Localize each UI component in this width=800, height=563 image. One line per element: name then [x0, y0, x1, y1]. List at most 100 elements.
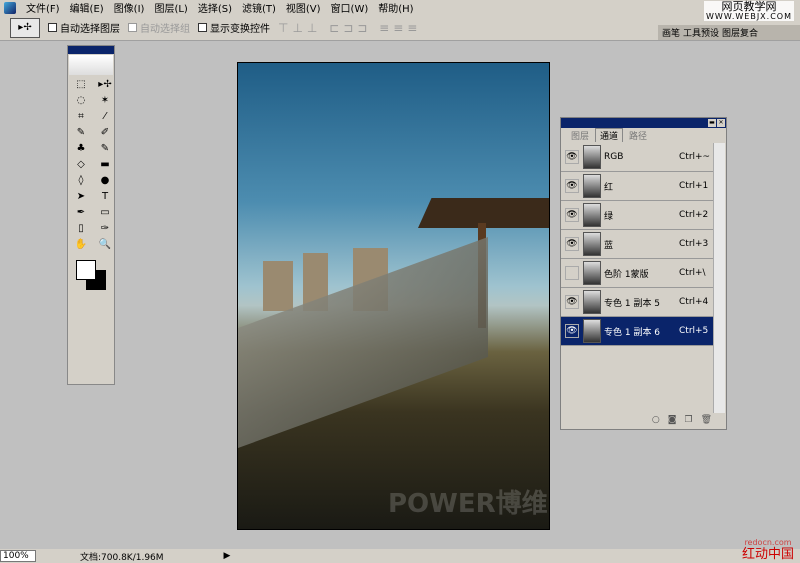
show-transform-checkbox[interactable]: 显示变换控件 [198, 20, 270, 35]
tool-button[interactable]: ◌ [70, 94, 92, 108]
app-icon [4, 1, 16, 14]
trash-icon[interactable]: 🗑 [701, 415, 712, 429]
save-selection-icon[interactable]: ◙ [668, 415, 677, 429]
toolbox: ⬚ ▸✢ ◌ ✶ ⌗ ⁄ ✎ ✐ ♣ ✎ ◇ ▬ ◊ ● ➤ T ✒ ▭ ▯ ✑ ✋ 🔍 [67, 45, 115, 385]
menu-help[interactable]: 帮助(H) [378, 0, 413, 15]
channel-shortcut: Ctrl+3 [679, 239, 709, 249]
foreground-color[interactable] [76, 260, 96, 280]
menu-view[interactable]: 视图(V) [286, 0, 321, 15]
tool-button[interactable]: ✎ [94, 142, 116, 156]
menu-file[interactable]: 文件(F) [26, 0, 60, 15]
status-bar: 100% 文档:700.8K/1.96M ▶ [0, 549, 800, 563]
load-selection-icon[interactable]: ○ [652, 415, 660, 429]
visibility-toggle[interactable] [565, 266, 579, 280]
tool-button[interactable]: ◊ [70, 174, 92, 188]
well-tab-brushes[interactable]: 画笔 [662, 26, 680, 39]
auto-select-group-checkbox[interactable]: 自动选择组 [128, 20, 190, 35]
tool-button[interactable]: ✒ [70, 206, 92, 220]
close-icon[interactable]: ✕ [717, 119, 725, 127]
eye-icon[interactable]: 👁 [565, 295, 579, 309]
menu-image[interactable]: 图像(I) [114, 0, 145, 15]
eye-icon[interactable]: 👁 [565, 208, 579, 222]
toolbox-titlebar[interactable] [68, 46, 114, 54]
new-channel-icon[interactable]: ❐ [684, 415, 692, 429]
channel-thumbnail [583, 145, 601, 169]
menu-window[interactable]: 窗口(W) [331, 0, 369, 15]
channel-row[interactable]: 👁 RGB Ctrl+~ [561, 143, 715, 172]
label: 自动选择组 [140, 24, 190, 35]
panel-scrollbar[interactable] [713, 143, 725, 413]
site-watermark: 网页教学网 WWW.WEBJX.COM [704, 1, 794, 21]
channel-thumbnail [583, 232, 601, 256]
label: 显示变换控件 [210, 24, 270, 35]
tool-button[interactable]: 🔍 [94, 238, 116, 252]
tool-button[interactable]: ▸✢ [94, 78, 116, 92]
tool-button[interactable]: ✋ [70, 238, 92, 252]
channel-name: RGB [604, 152, 624, 162]
tool-button[interactable]: ♣ [70, 142, 92, 156]
minimize-icon[interactable]: ▬ [708, 119, 716, 127]
tool-button[interactable]: ✑ [94, 222, 116, 236]
building [263, 261, 293, 311]
eye-icon[interactable]: 👁 [565, 237, 579, 251]
tool-button[interactable]: ➤ [70, 190, 92, 204]
align-buttons[interactable]: ⊤⊥⊥ ⊏⊐⊐ ≡≡≡ [278, 21, 421, 35]
tab-paths[interactable]: 路径 [625, 129, 651, 142]
tool-button[interactable]: ▯ [70, 222, 92, 236]
menu-filter[interactable]: 滤镜(T) [242, 0, 276, 15]
tool-button[interactable]: ◇ [70, 158, 92, 172]
channel-row[interactable]: 👁 红 Ctrl+1 [561, 172, 715, 201]
channel-shortcut: Ctrl+4 [679, 297, 709, 307]
tool-button[interactable]: ✐ [94, 126, 116, 140]
tool-button[interactable]: ● [94, 174, 116, 188]
channel-thumbnail [583, 203, 601, 227]
channel-row[interactable]: 👁 专色 1 副本 6 Ctrl+5 [561, 317, 715, 346]
tool-button[interactable]: ✶ [94, 94, 116, 108]
menu-edit[interactable]: 编辑(E) [70, 0, 104, 15]
well-tab-layer-comps[interactable]: 图层复合 [722, 26, 758, 39]
channel-shortcut: Ctrl+5 [679, 326, 709, 336]
channel-thumbnail [583, 290, 601, 314]
eye-icon[interactable]: 👁 [565, 179, 579, 193]
tool-button[interactable]: ⬚ [70, 78, 92, 92]
palette-well: 画笔 工具预设 图层复合 [658, 25, 800, 40]
photo-watermark: POWER博维 [388, 489, 548, 519]
channel-thumbnail [583, 261, 601, 285]
channel-shortcut: Ctrl+\ [679, 268, 706, 278]
tool-button[interactable]: ⁄ [94, 110, 116, 124]
panel-titlebar[interactable]: ▬ ✕ [561, 118, 726, 128]
label: 自动选择图层 [60, 24, 120, 35]
tab-channels[interactable]: 通道 [595, 128, 624, 142]
tool-button[interactable]: ⌗ [70, 110, 92, 124]
tool-preset-picker[interactable]: ▸✢ [10, 17, 40, 38]
channel-row[interactable]: 👁 绿 Ctrl+2 [561, 201, 715, 230]
corner-watermark: redocn.com 红动中国 [742, 537, 794, 561]
tool-button[interactable]: ✎ [70, 126, 92, 140]
channel-row[interactable]: 👁 蓝 Ctrl+3 [561, 230, 715, 259]
channel-name: 专色 1 副本 6 [604, 327, 661, 338]
status-menu-arrow-icon[interactable]: ▶ [224, 551, 231, 561]
document-canvas[interactable]: POWER博维 [237, 62, 550, 530]
tool-button[interactable]: ▭ [94, 206, 116, 220]
document-size: 文档:700.8K/1.96M [80, 552, 164, 563]
channel-thumbnail [583, 174, 601, 198]
menu-select[interactable]: 选择(S) [198, 0, 232, 15]
menu-bar: 文件(F) 编辑(E) 图像(I) 图层(L) 选择(S) 滤镜(T) 视图(V… [0, 0, 800, 15]
auto-select-layer-checkbox[interactable]: 自动选择图层 [48, 20, 120, 35]
channel-row[interactable]: 色阶 1蒙版 Ctrl+\ [561, 259, 715, 288]
menu-layer[interactable]: 图层(L) [154, 0, 187, 15]
watermark-line2: WWW.WEBJX.COM [706, 12, 792, 21]
feather-logo [69, 55, 113, 75]
channel-name: 红 [604, 182, 614, 193]
eye-icon[interactable]: 👁 [565, 324, 579, 338]
well-tab-tool-presets[interactable]: 工具预设 [683, 26, 719, 39]
eye-icon[interactable]: 👁 [565, 150, 579, 164]
tool-button[interactable]: T [94, 190, 116, 204]
tool-button[interactable]: ▬ [94, 158, 116, 172]
zoom-level-field[interactable]: 100% [0, 550, 36, 562]
corner-watermark-line2: 红动中国 [741, 547, 794, 562]
tab-layers[interactable]: 图层 [567, 129, 593, 142]
channel-row[interactable]: 👁 专色 1 副本 5 Ctrl+4 [561, 288, 715, 317]
color-swatches[interactable] [72, 258, 110, 292]
channel-name: 蓝 [604, 240, 614, 251]
